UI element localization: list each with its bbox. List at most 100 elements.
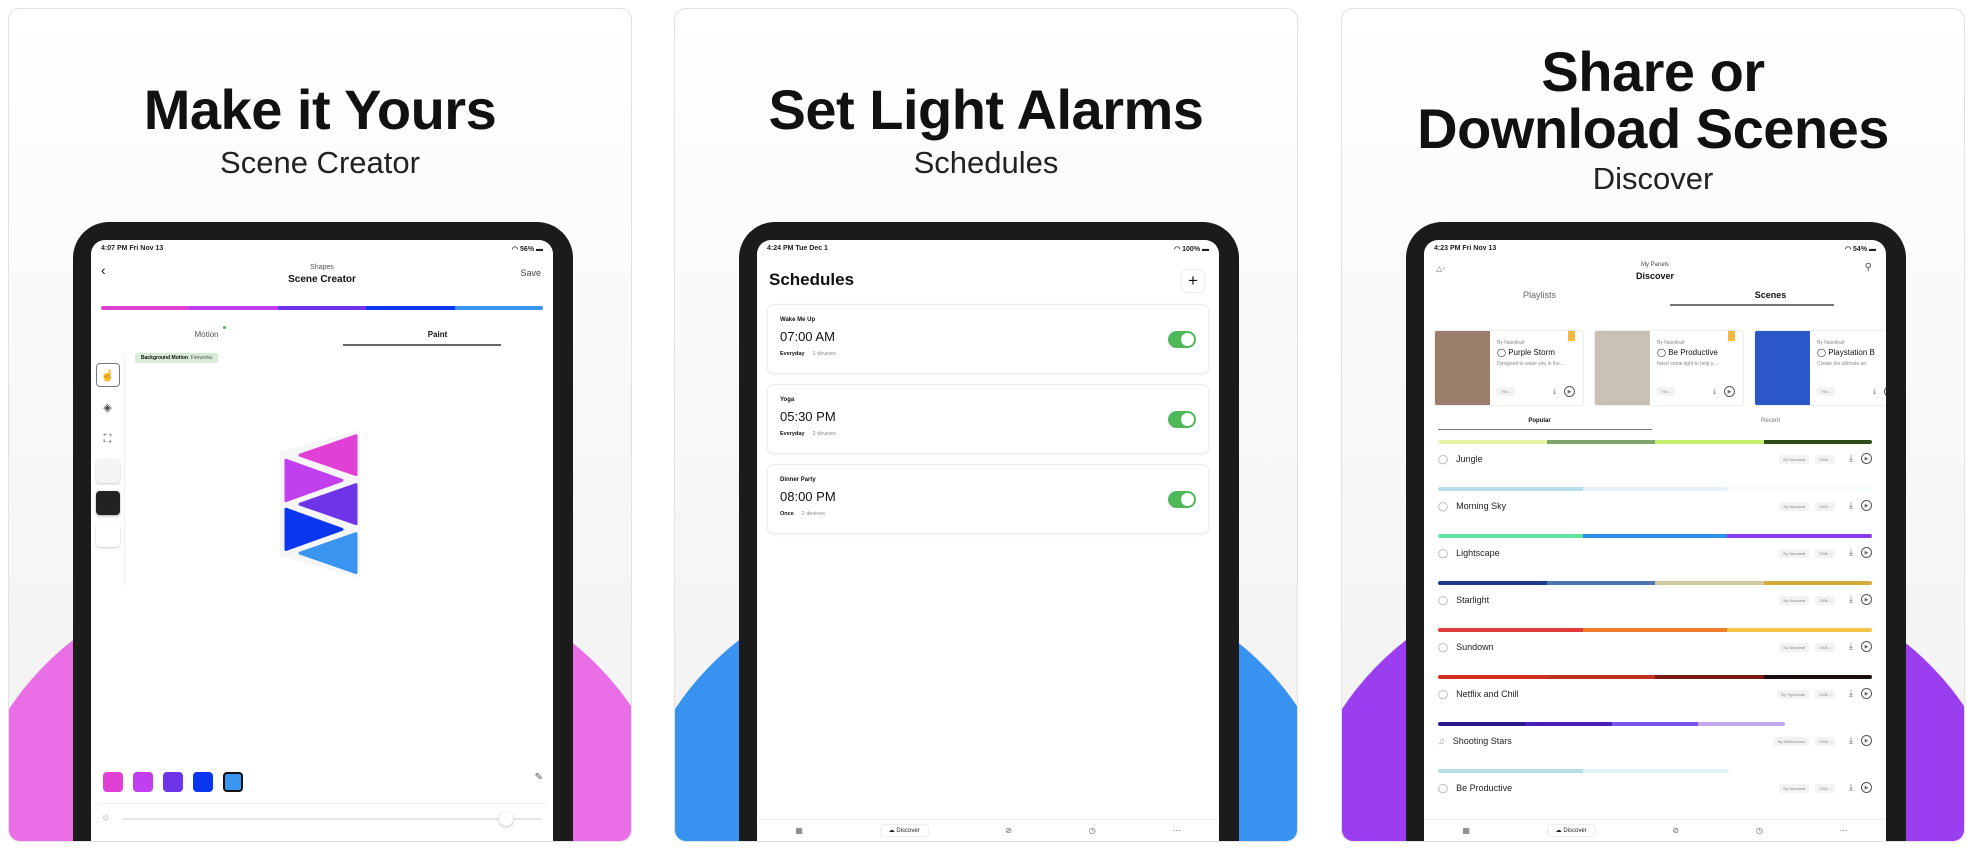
tab-explore-compass-icon[interactable]: ⊘ [1005,826,1012,835]
download-icon[interactable]: ⤓ [1849,641,1853,652]
header-overline: Shapes [310,264,334,271]
play-icon[interactable]: ▶ [1861,547,1872,558]
paint-bucket-icon[interactable]: ◈ [96,395,120,419]
scene-list-item[interactable]: ◯ Sundown By Nanoleaf 253k ↓ ⤓ ▶ [1438,628,1872,674]
scene-list-item[interactable]: ◯ Jungle By Nanoleaf 253k ↓ ⤓ ▶ [1438,440,1872,486]
scene-list-item[interactable]: ◯ Netflix and Chill By Tigerkwan 253k ↓ ⤓ ▶ [1438,675,1872,721]
tab-more-icon[interactable]: ··· [1173,826,1181,835]
download-icon[interactable]: ⤓ [1873,388,1876,396]
color-segment [1698,722,1786,726]
schedule-enabled-toggle[interactable] [1168,411,1196,428]
tab-schedules-clock-icon[interactable]: ◷ [1089,826,1096,835]
scene-title: ◯ Purple Storm [1497,348,1555,357]
tab-discover[interactable]: ☁ Discover [879,824,929,837]
tab-motion[interactable]: Motion [91,326,322,339]
page-title: Schedules [769,270,855,289]
featured-scene-card[interactable]: By Nanoleaf ◯ Playstation B Create the u… [1754,330,1886,406]
download-count: 79k ↓ [1817,387,1835,396]
schedule-enabled-toggle[interactable] [1168,491,1196,508]
bookmark-icon[interactable] [1728,331,1735,341]
schedule-enabled-toggle[interactable] [1168,331,1196,348]
scene-list-item[interactable]: ◯ Morning Sky By Nanoleaf 253k ↓ ⤓ ▶ [1438,487,1872,533]
scene-author: By AllMonGods [1773,737,1810,746]
subtab-popular[interactable]: Popular [1424,418,1655,424]
schedule-devices: 2 devices [812,431,836,437]
featured-scene-card[interactable]: By Nanoleaf ◯ Purple Storm Designed to w… [1434,330,1584,406]
subtab-recent[interactable]: Recent [1655,418,1886,424]
tab-scenes[interactable]: Scenes [1655,290,1886,300]
schedule-card[interactable]: Dinner Party 08:00 PM Once 2 devices [767,464,1209,534]
download-count: 253k ↓ [1815,690,1836,699]
screenshot-panel-schedules: Set Light Alarms Schedules 4:24 PM Tue D… [674,8,1298,842]
brightness-slider-thumb[interactable] [499,812,513,826]
download-icon[interactable]: ⤓ [1849,688,1853,699]
tab-discover-label: Discover [1563,828,1587,834]
color-segment [1438,722,1525,726]
tab-schedules-clock-icon[interactable]: ◷ [1756,826,1763,835]
color-segment [1727,487,1872,491]
pencil-edit-icon[interactable]: ✎ [535,772,543,783]
scene-list-item[interactable]: ◯ Starlight By Nanoleaf 253k ↓ ⤓ ▶ [1438,581,1872,627]
featured-scene-card[interactable]: By Nanoleaf ◯ Be Productive Need some li… [1594,330,1744,406]
play-icon[interactable]: ▶ [1861,594,1872,605]
download-icon[interactable]: ⤓ [1849,453,1853,464]
color-segment [1438,487,1583,491]
ipad-frame: 4:23 PM Fri Nov 13 ◠ 54% ▬ △▫ ⚲ My Panels… [1406,222,1906,841]
download-icon[interactable]: ⤓ [1849,782,1853,793]
color-swatch[interactable] [133,772,153,792]
play-icon[interactable]: ▶ [1861,641,1872,652]
drop-icon: ◯ [1657,348,1669,357]
scene-list-item[interactable]: ♫ Shooting Stars By AllMonGods 253k ↓ ⤓ ▶ [1438,722,1872,768]
battery-level: 54% [1853,246,1868,253]
tab-devices-grid-icon[interactable]: ▦ [795,826,803,835]
tab-paint[interactable]: Paint [322,330,553,339]
download-icon[interactable]: ⤓ [1849,594,1853,605]
download-icon[interactable]: ⤓ [1713,388,1716,396]
add-schedule-button[interactable]: + [1181,269,1205,293]
tab-explore-compass-icon[interactable]: ⊘ [1672,826,1679,835]
download-icon[interactable]: ⤓ [1849,547,1853,558]
tab-more-icon[interactable]: ··· [1840,826,1848,835]
play-icon[interactable]: ▶ [1724,386,1735,397]
expand-icon[interactable]: ⛶ [96,427,120,451]
scene-name: Netflix and Chill [1456,689,1519,699]
scene-list-item[interactable]: ◯ Lightscape By Nanoleaf 253k ↓ ⤓ ▶ [1438,534,1872,580]
scene-title: ◯ Be Productive [1657,348,1718,357]
play-icon[interactable]: ▶ [1861,500,1872,511]
scene-list-item[interactable]: ◯ Be Productive By Nanoleaf 253k ↓ ⤓ ▶ [1438,769,1872,815]
background-motion-chip[interactable]: Background Motion: Fireworks [135,353,219,363]
black-color-button[interactable] [95,491,120,515]
save-button[interactable]: Save [520,268,541,278]
color-swatch[interactable] [223,772,243,792]
tab-devices-grid-icon[interactable]: ▦ [1462,826,1470,835]
transparent-color-button[interactable] [95,459,120,483]
schedule-card[interactable]: Yoga 05:30 PM Everyday 2 devices [767,384,1209,454]
color-segment [1727,534,1872,538]
color-segment [1727,628,1872,632]
tab-discover[interactable]: ☁ Discover [1546,824,1596,837]
brightness-slider[interactable] [123,818,541,820]
schedule-card[interactable]: Wake Me Up 07:00 AM Everyday 1 devices [767,304,1209,374]
color-swatch[interactable] [193,772,213,792]
color-swatch[interactable] [103,772,123,792]
color-swatch[interactable] [163,772,183,792]
download-icon[interactable]: ⤓ [1553,388,1556,396]
tab-playlists[interactable]: Playlists [1424,290,1655,300]
hand-select-icon[interactable]: ☝ [95,363,120,387]
download-icon[interactable]: ⤓ [1849,500,1853,511]
play-icon[interactable]: ▶ [1564,386,1575,397]
scene-name: Playstation B [1828,348,1875,357]
panel-title: Set Light Alarms [768,78,1204,141]
play-icon[interactable]: ▶ [1861,453,1872,464]
color-segment [1438,534,1583,538]
play-icon[interactable]: ▶ [1861,688,1872,699]
play-icon[interactable]: ▶ [1861,735,1872,746]
play-icon[interactable]: ▶ [1884,386,1886,397]
header-title: Discover [1635,271,1675,281]
scene-name: Starlight [1456,595,1490,605]
white-color-button[interactable] [95,523,120,547]
download-icon[interactable]: ⤓ [1849,735,1853,746]
play-icon[interactable]: ▶ [1861,782,1872,793]
bookmark-icon[interactable] [1568,331,1575,341]
scene-description: Create the ultimate an [1817,361,1867,367]
